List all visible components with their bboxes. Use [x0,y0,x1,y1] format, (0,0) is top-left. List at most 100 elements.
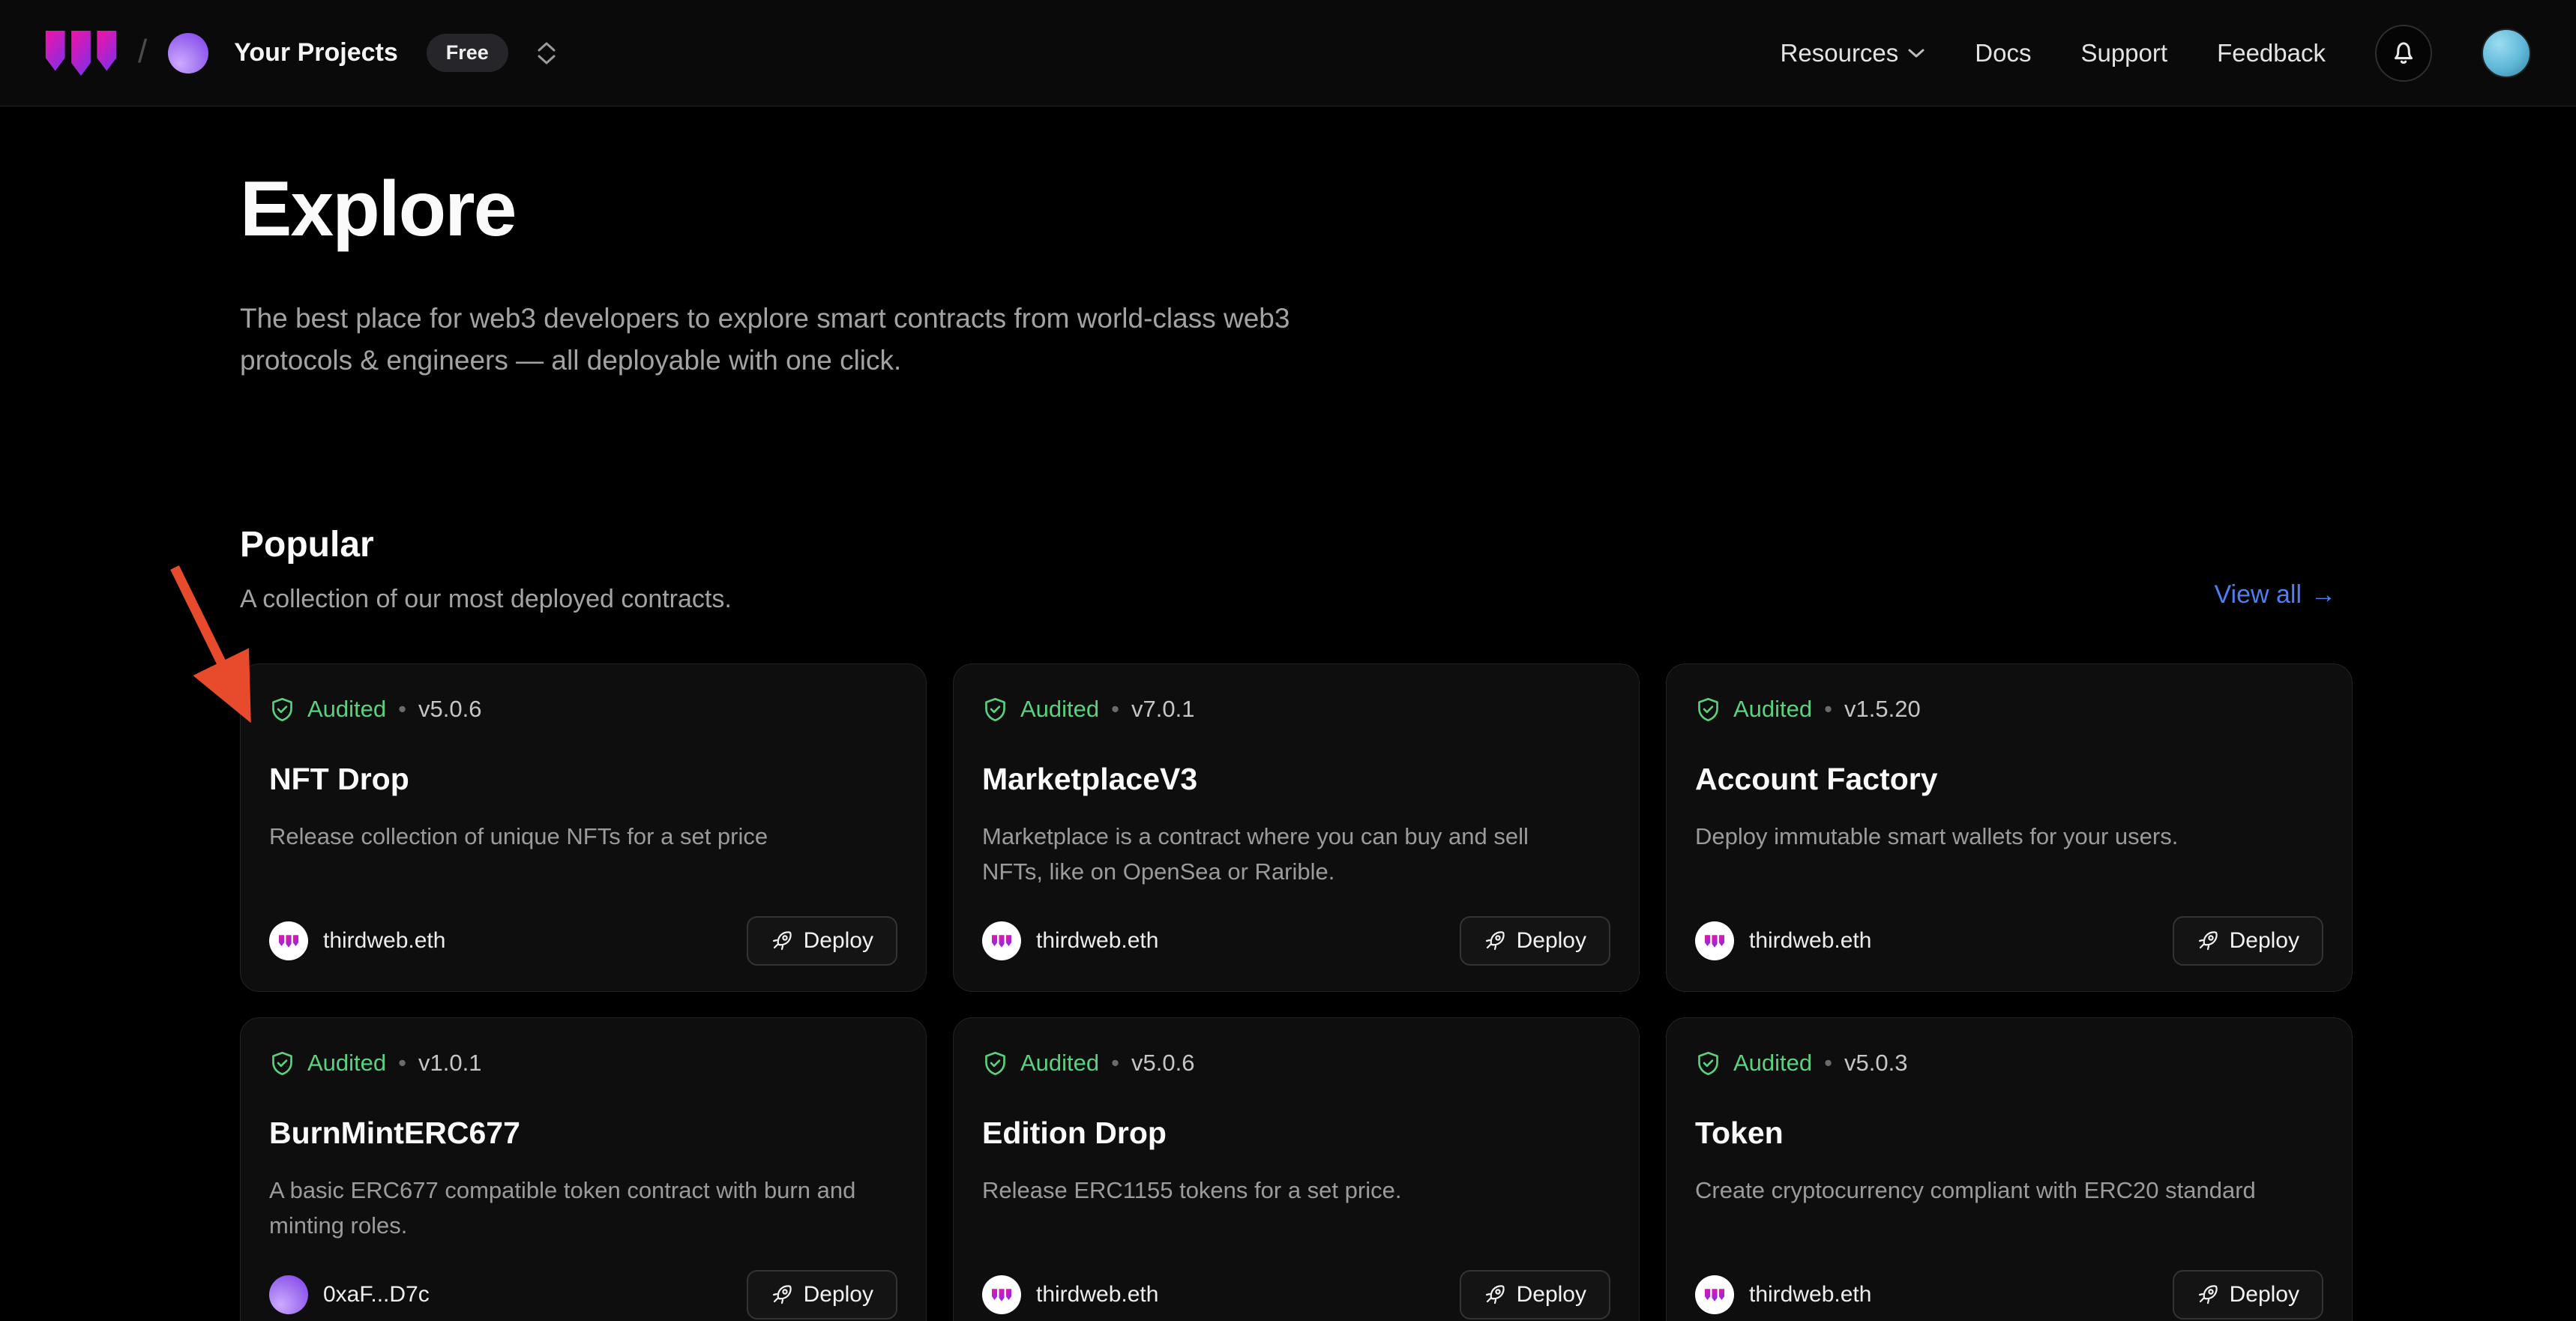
deploy-label: Deploy [1517,928,1586,954]
contract-version: v1.5.20 [1844,696,1921,723]
deploy-label: Deploy [2230,1282,2299,1308]
contract-card-account-factory[interactable]: Audited • v1.5.20 Account Factory Deploy… [1666,663,2353,992]
contract-card-marketplacev3[interactable]: Audited • v7.0.1 MarketplaceV3 Marketpla… [953,663,1640,992]
shield-check-icon [1695,696,1721,723]
user-avatar[interactable] [2482,28,2531,78]
contract-version: v5.0.3 [1844,1050,1907,1077]
contract-card-nft-drop[interactable]: Audited • v5.0.6 NFT Drop Release collec… [240,663,927,992]
contract-version: v5.0.6 [418,696,481,723]
publisher[interactable]: thirdweb.eth [1695,1275,1871,1314]
audited-badge: Audited [1020,1050,1099,1077]
dot-separator: • [1824,696,1832,723]
thirdweb-avatar-icon [1695,921,1734,960]
view-all-link[interactable]: View all → [2214,580,2336,614]
audited-badge: Audited [1733,696,1812,723]
rocket-icon [1484,930,1505,951]
contract-title: MarketplaceV3 [982,762,1610,797]
contract-description: Create cryptocurrency compliant with ERC… [1695,1173,2295,1209]
contract-description: Marketplace is a contract where you can … [982,819,1582,889]
publisher[interactable]: 0xaF...D7c [269,1275,430,1314]
publisher-name: thirdweb.eth [1749,928,1871,954]
contract-title: Account Factory [1695,762,2323,797]
page-title: Explore [240,165,2336,254]
contract-card-edition-drop[interactable]: Audited • v5.0.6 Edition Drop Release ER… [953,1017,1640,1321]
nav-resources[interactable]: Resources [1781,39,1926,67]
deploy-button[interactable]: Deploy [1460,916,1610,966]
page-subtitle: The best place for web3 developers to ex… [240,298,1364,382]
nav-support[interactable]: Support [2080,39,2167,67]
nav-resources-label: Resources [1781,39,1899,67]
deploy-label: Deploy [2230,928,2299,954]
contract-description: Release ERC1155 tokens for a set price. [982,1173,1582,1209]
contract-description: Deploy immutable smart wallets for your … [1695,819,2295,855]
contract-title: BurnMintERC677 [269,1116,897,1151]
shield-check-icon [982,1050,1008,1077]
publisher-name: thirdweb.eth [1036,928,1158,954]
publisher[interactable]: thirdweb.eth [269,921,445,960]
audited-badge: Audited [1733,1050,1812,1077]
publisher[interactable]: thirdweb.eth [982,1275,1158,1314]
dot-separator: • [1111,696,1119,723]
plan-badge: Free [427,34,508,72]
shield-check-icon [269,696,295,723]
deploy-button[interactable]: Deploy [747,916,897,966]
publisher-name: thirdweb.eth [323,928,445,954]
deploy-label: Deploy [804,928,873,954]
view-all-label: View all [2214,580,2302,610]
publisher-name: thirdweb.eth [1036,1282,1158,1308]
deploy-label: Deploy [1517,1282,1586,1308]
nav-feedback[interactable]: Feedback [2217,39,2326,67]
contract-description: Release collection of unique NFTs for a … [269,819,869,855]
audited-badge: Audited [1020,696,1099,723]
rocket-icon [1484,1284,1505,1305]
dot-separator: • [1111,1050,1119,1077]
chevron-down-icon [1907,48,1925,58]
thirdweb-avatar-icon [1695,1275,1734,1314]
deploy-button[interactable]: Deploy [747,1270,897,1320]
shield-check-icon [269,1050,295,1077]
notifications-button[interactable] [2375,25,2432,82]
rocket-icon [771,1284,792,1305]
deploy-label: Deploy [804,1282,873,1308]
dot-separator: • [398,1050,406,1077]
rocket-icon [2197,930,2218,951]
deploy-button[interactable]: Deploy [1460,1270,1610,1320]
deploy-button[interactable]: Deploy [2173,916,2323,966]
audited-badge: Audited [307,1050,386,1077]
contract-description: A basic ERC677 compatible token contract… [269,1173,869,1243]
thirdweb-logo-icon[interactable] [45,31,117,76]
contract-card-burnminterc677[interactable]: Audited • v1.0.1 BurnMintERC677 A basic … [240,1017,927,1321]
thirdweb-avatar-icon [982,1275,1021,1314]
publisher-name: 0xaF...D7c [323,1282,430,1308]
explore-page: Explore The best place for web3 develope… [0,165,2576,1321]
top-header: / Your Projects Free Resources Docs Supp… [0,0,2576,106]
contract-title: Edition Drop [982,1116,1610,1151]
popular-section-subtitle: A collection of our most deployed contra… [240,585,732,614]
contract-title: Token [1695,1116,2323,1151]
thirdweb-avatar-icon [982,921,1021,960]
dot-separator: • [1824,1050,1832,1077]
nav-docs[interactable]: Docs [1975,39,2031,67]
thirdweb-avatar-icon [269,921,308,960]
bell-icon [2388,37,2419,69]
popular-section-title: Popular [240,524,732,565]
contract-version: v7.0.1 [1131,696,1194,723]
shield-check-icon [1695,1050,1721,1077]
shield-check-icon [982,696,1008,723]
project-avatar[interactable] [168,33,208,73]
breadcrumb-separator: / [138,33,147,70]
publisher[interactable]: thirdweb.eth [1695,921,1871,960]
dot-separator: • [398,696,406,723]
publisher[interactable]: thirdweb.eth [982,921,1158,960]
contract-version: v5.0.6 [1131,1050,1194,1077]
right-arrow-icon: → [2311,580,2336,610]
deploy-button[interactable]: Deploy [2173,1270,2323,1320]
contract-card-token[interactable]: Audited • v5.0.3 Token Create cryptocurr… [1666,1017,2353,1321]
project-switcher-icon[interactable] [537,42,556,64]
wallet-avatar [269,1275,308,1314]
contract-title: NFT Drop [269,762,897,797]
publisher-name: thirdweb.eth [1749,1282,1871,1308]
audited-badge: Audited [307,696,386,723]
project-name[interactable]: Your Projects [234,38,398,67]
rocket-icon [2197,1284,2218,1305]
